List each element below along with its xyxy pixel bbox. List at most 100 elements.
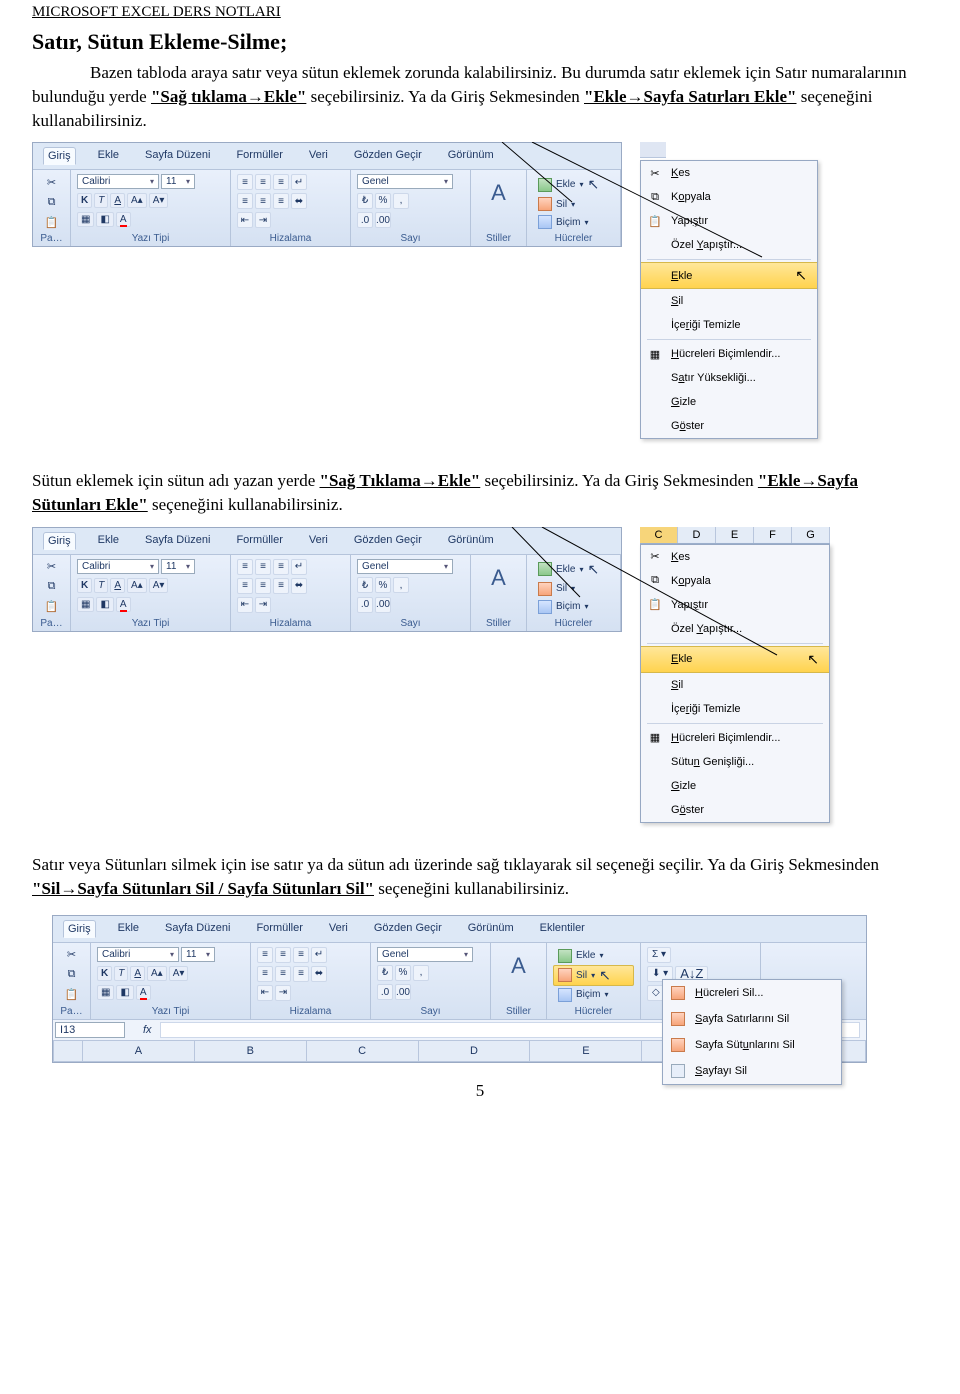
number-format-input[interactable]: Genel▾	[377, 947, 473, 962]
bold-button[interactable]: K	[77, 578, 92, 593]
font-color-icon[interactable]: A	[116, 212, 131, 227]
paste-icon[interactable]: 📋	[44, 599, 60, 615]
align-center-icon[interactable]: ≡	[255, 193, 271, 209]
align-bot-icon[interactable]: ≡	[273, 174, 289, 190]
font-inc-icon[interactable]: A▴	[127, 578, 147, 593]
cm-gizle[interactable]: Gizle	[641, 390, 817, 414]
fill-color-icon[interactable]: ◧	[116, 985, 133, 1000]
sil-button[interactable]: Sil▾	[533, 580, 614, 598]
cm-hucreleri-bicimlendir[interactable]: ▦Hücreleri Biçimlendir...	[641, 342, 817, 366]
dec-inc-icon[interactable]: .0	[377, 984, 393, 1000]
wrap-icon[interactable]: ↵	[291, 559, 307, 575]
tab-ekle[interactable]: Ekle	[114, 920, 143, 938]
underline-button[interactable]: A	[110, 193, 125, 208]
font-color-icon[interactable]: A	[136, 985, 151, 1000]
comma-icon[interactable]: ,	[393, 193, 409, 209]
font-dec-icon[interactable]: A▾	[149, 193, 169, 208]
cm-yapistir[interactable]: 📋Yapıştır	[641, 209, 817, 233]
italic-button[interactable]: T	[114, 966, 128, 981]
paste-icon[interactable]: 📋	[44, 214, 60, 230]
font-inc-icon[interactable]: A▴	[147, 966, 167, 981]
dec-inc-icon[interactable]: .0	[357, 597, 373, 613]
tab-veri[interactable]: Veri	[305, 532, 332, 550]
bicim-button[interactable]: Biçim▾	[533, 598, 614, 616]
dd-sayfayi-sil[interactable]: Sayfayı Sil	[663, 1058, 841, 1084]
currency-icon[interactable]: ₺	[357, 193, 373, 209]
cm-sil[interactable]: Sil	[641, 289, 817, 313]
tab-gorunum[interactable]: Görünüm	[464, 920, 518, 938]
cm-goster[interactable]: Göster	[641, 414, 817, 438]
cut-icon[interactable]: ✂	[44, 559, 60, 575]
align-left-icon[interactable]: ≡	[257, 966, 273, 982]
font-name-input[interactable]: Calibri▾	[77, 174, 159, 189]
tab-giris[interactable]: Giriş	[43, 532, 76, 550]
cm-gizle[interactable]: Gizle	[641, 774, 829, 798]
currency-icon[interactable]: ₺	[377, 965, 393, 981]
tab-formuller[interactable]: Formüller	[232, 147, 286, 165]
tab-giris[interactable]: Giriş	[63, 920, 96, 938]
dec-dec-icon[interactable]: .00	[375, 597, 391, 613]
align-top-icon[interactable]: ≡	[257, 947, 273, 963]
name-box[interactable]: I13	[55, 1022, 125, 1038]
font-dec-icon[interactable]: A▾	[149, 578, 169, 593]
font-inc-icon[interactable]: A▴	[127, 193, 147, 208]
styles-icon[interactable]: A	[477, 559, 520, 591]
merge-icon[interactable]: ⬌	[291, 578, 307, 594]
tab-gorunum[interactable]: Görünüm	[444, 147, 498, 165]
align-mid-icon[interactable]: ≡	[275, 947, 291, 963]
copy-icon[interactable]: ⧉	[44, 579, 60, 595]
border-icon[interactable]: ▦	[77, 597, 94, 612]
fx-label[interactable]: fx	[135, 1024, 160, 1036]
wrap-icon[interactable]: ↵	[291, 174, 307, 190]
indent-inc-icon[interactable]: ⇥	[275, 985, 291, 1001]
italic-button[interactable]: T	[94, 193, 108, 208]
align-top-icon[interactable]: ≡	[237, 174, 253, 190]
tab-veri[interactable]: Veri	[305, 147, 332, 165]
currency-icon[interactable]: ₺	[357, 577, 373, 593]
cm-satir-yuksekligi[interactable]: Satır Yüksekliği...	[641, 366, 817, 390]
merge-icon[interactable]: ⬌	[291, 193, 307, 209]
sum-icon[interactable]: Σ ▾	[647, 947, 671, 963]
select-all-button[interactable]	[53, 1040, 83, 1062]
cm-kes[interactable]: ✂KKeses	[641, 161, 817, 185]
indent-dec-icon[interactable]: ⇤	[257, 985, 273, 1001]
ekle-button[interactable]: Ekle▾↖	[533, 559, 614, 580]
sil-button[interactable]: Sil▾	[533, 195, 614, 213]
tab-sayfa-duzeni[interactable]: Sayfa Düzeni	[161, 920, 234, 938]
border-icon[interactable]: ▦	[77, 212, 94, 227]
align-center-icon[interactable]: ≡	[255, 578, 271, 594]
cm-ozel-yapistir[interactable]: Özel Yapıştır...	[641, 617, 829, 641]
cm-icerigi-temizle[interactable]: İçeriği Temizle	[641, 697, 829, 721]
indent-dec-icon[interactable]: ⇤	[237, 597, 253, 613]
cm-kes[interactable]: ✂Kes	[641, 545, 829, 569]
cm-kopyala[interactable]: ⧉Kopyala	[641, 185, 817, 209]
indent-inc-icon[interactable]: ⇥	[255, 212, 271, 228]
align-mid-icon[interactable]: ≡	[255, 559, 271, 575]
cut-icon[interactable]: ✂	[44, 174, 60, 190]
indent-inc-icon[interactable]: ⇥	[255, 597, 271, 613]
align-bot-icon[interactable]: ≡	[273, 559, 289, 575]
comma-icon[interactable]: ,	[393, 577, 409, 593]
cm-yapistir[interactable]: 📋Yapıştır	[641, 593, 829, 617]
align-right-icon[interactable]: ≡	[273, 578, 289, 594]
align-left-icon[interactable]: ≡	[237, 193, 253, 209]
tab-formuller[interactable]: Formüller	[252, 920, 306, 938]
paste-icon[interactable]: 📋	[64, 987, 80, 1003]
styles-icon[interactable]: A	[477, 174, 520, 206]
font-name-input[interactable]: Calibri▾	[77, 559, 159, 574]
cm-sutun-genisligi[interactable]: Sütun Genişliği...	[641, 750, 829, 774]
align-mid-icon[interactable]: ≡	[255, 174, 271, 190]
copy-icon[interactable]: ⧉	[64, 967, 80, 983]
col-B[interactable]: B	[195, 1040, 307, 1062]
cm-ekle[interactable]: Ekle↖	[641, 646, 829, 673]
number-format-input[interactable]: Genel▾	[357, 559, 453, 574]
align-bot-icon[interactable]: ≡	[293, 947, 309, 963]
tab-veri[interactable]: Veri	[325, 920, 352, 938]
border-icon[interactable]: ▦	[97, 985, 114, 1000]
cm-ozel-yapistir[interactable]: Özel Yapıştır...	[641, 233, 817, 257]
tab-eklentiler[interactable]: Eklentiler	[536, 920, 589, 938]
col-C-selected[interactable]: C	[640, 527, 678, 543]
tab-sayfa-duzeni[interactable]: Sayfa Düzeni	[141, 147, 214, 165]
tab-gozden-gecir[interactable]: Gözden Geçir	[370, 920, 446, 938]
dd-hucreleri-sil[interactable]: Hücreleri Sil...	[663, 980, 841, 1006]
